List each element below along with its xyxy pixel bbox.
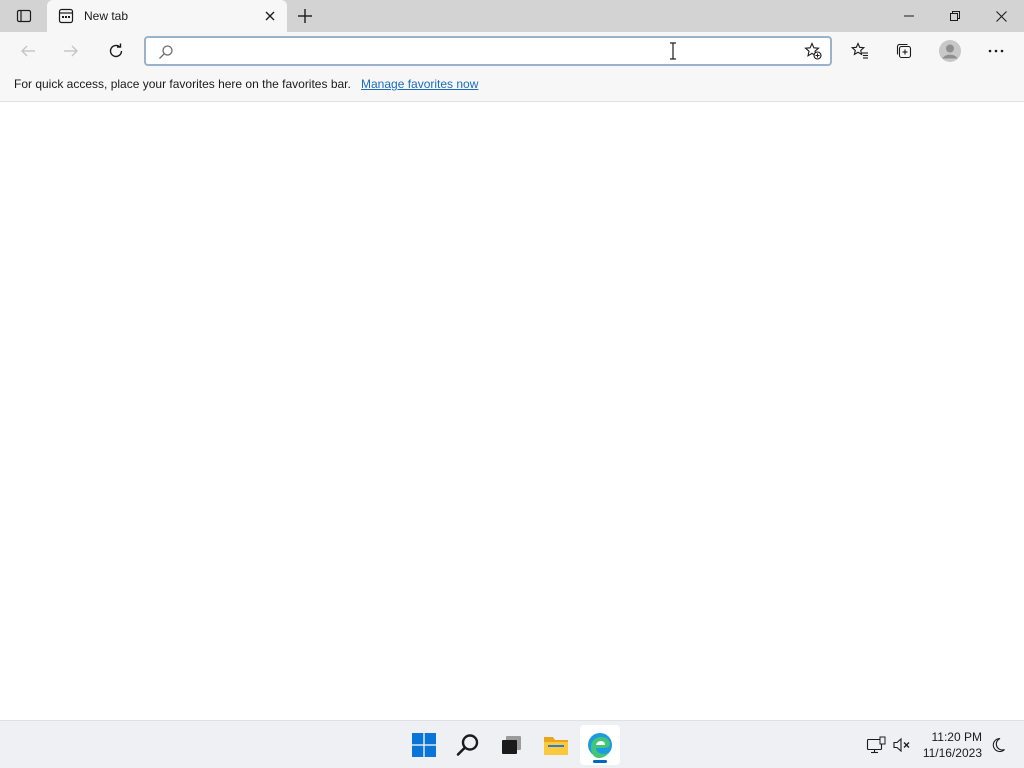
- profile-button[interactable]: [934, 36, 966, 66]
- more-button[interactable]: [980, 36, 1012, 66]
- add-favorite-button[interactable]: [802, 41, 824, 61]
- tab-title: New tab: [84, 9, 129, 23]
- clock-time: 11:20 PM: [931, 730, 982, 744]
- page-content: [0, 103, 1024, 720]
- tray-volume-button[interactable]: [890, 733, 914, 757]
- restore-button[interactable]: [932, 0, 978, 32]
- taskbar: 11:20 PM 11/16/2023: [0, 720, 1024, 768]
- title-bar: New tab: [0, 0, 1024, 32]
- search-icon: [456, 734, 479, 756]
- arrow-left-icon: [21, 45, 35, 57]
- taskbar-clock[interactable]: 11:20 PM 11/16/2023: [916, 729, 982, 761]
- tab-actions-button[interactable]: [8, 2, 40, 30]
- start-button[interactable]: [404, 725, 444, 765]
- restore-icon: [950, 11, 960, 21]
- back-button[interactable]: [12, 36, 44, 66]
- moon-icon: [992, 737, 1005, 753]
- tab-actions-icon: [16, 9, 32, 23]
- favorites-button[interactable]: [844, 36, 876, 66]
- new-tab-button[interactable]: [290, 2, 320, 30]
- forward-button[interactable]: [55, 36, 87, 66]
- tray-network-button[interactable]: [864, 733, 888, 757]
- manage-favorites-link[interactable]: Manage favorites now: [361, 77, 478, 91]
- network-icon: [866, 736, 886, 754]
- task-view-button[interactable]: [492, 725, 532, 765]
- arrow-right-icon: [64, 45, 78, 57]
- task-view-icon: [502, 736, 521, 754]
- address-bar[interactable]: [144, 36, 832, 66]
- favorites-bar: For quick access, place your favorites h…: [0, 70, 1024, 102]
- collections-button[interactable]: [888, 36, 920, 66]
- minimize-button[interactable]: [886, 0, 932, 32]
- file-explorer-button[interactable]: [536, 725, 576, 765]
- close-icon: [265, 11, 275, 21]
- focus-assist-button[interactable]: [986, 733, 1010, 757]
- minimize-icon: [904, 15, 914, 17]
- profile-avatar: [939, 40, 961, 62]
- active-app-indicator: [593, 760, 607, 763]
- search-icon: [159, 45, 173, 59]
- text-cursor-icon: [670, 42, 676, 60]
- edge-taskbar-button[interactable]: [580, 725, 620, 765]
- file-explorer-icon: [544, 737, 568, 755]
- start-icon: [412, 733, 436, 757]
- more-icon: [988, 49, 1004, 53]
- star-add-icon: [804, 42, 822, 60]
- address-input[interactable]: [182, 42, 782, 62]
- favorites-bar-message: For quick access, place your favorites h…: [14, 77, 351, 91]
- search-button[interactable]: [448, 725, 488, 765]
- new-tab-icon: [58, 8, 74, 24]
- window-close-button[interactable]: [978, 0, 1024, 32]
- collections-icon: [896, 43, 912, 59]
- tab-new-tab[interactable]: New tab: [47, 0, 287, 32]
- volume-muted-icon: [893, 737, 910, 753]
- refresh-icon: [109, 43, 123, 58]
- edge-icon: [588, 733, 612, 758]
- tab-close-button[interactable]: [261, 7, 279, 25]
- clock-date: 11/16/2023: [922, 746, 982, 760]
- plus-icon: [298, 9, 312, 23]
- browser-toolbar: [0, 32, 1024, 70]
- close-icon: [995, 10, 1007, 22]
- favorites-icon: [851, 42, 868, 59]
- refresh-button[interactable]: [100, 36, 132, 66]
